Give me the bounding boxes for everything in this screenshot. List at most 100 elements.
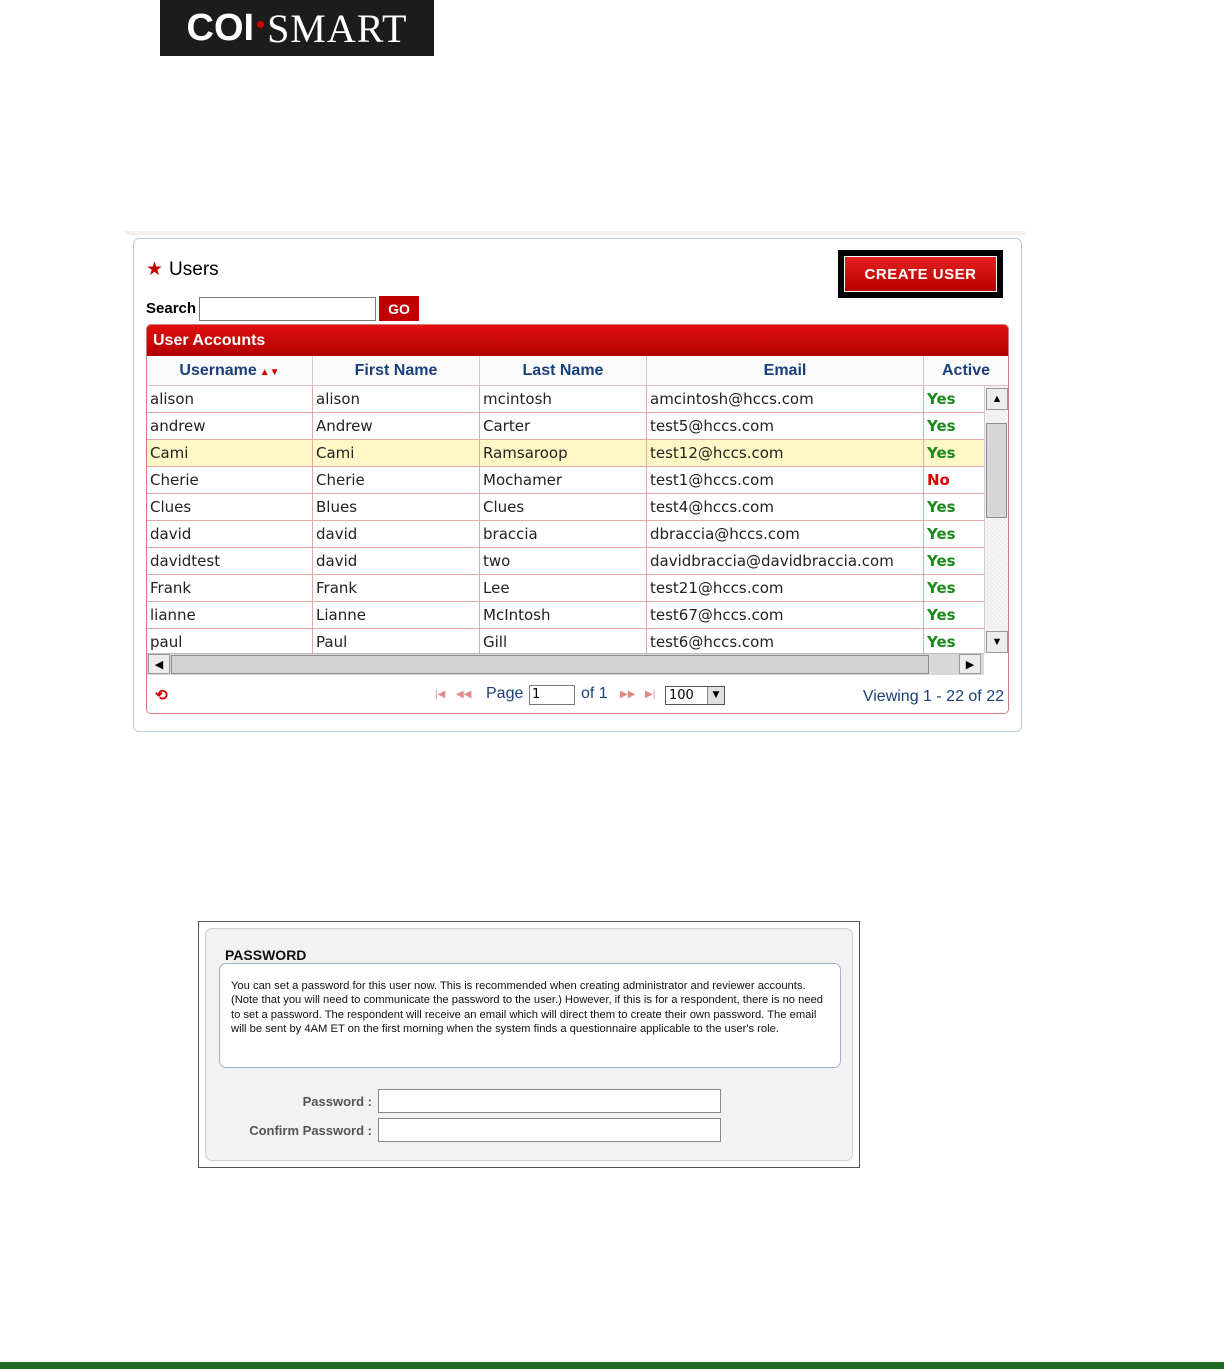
table-row[interactable]: andrew Andrew Carter test5@hccs.com Yes xyxy=(147,413,984,440)
table-cell-first-name: Paul xyxy=(313,629,480,656)
table-cell-last-name: two xyxy=(480,548,647,575)
table-cell-first-name: Lianne xyxy=(313,602,480,629)
table-cell-username: david xyxy=(147,521,313,548)
password-panel-inner: PASSWORD You can set a password for this… xyxy=(205,928,853,1161)
table-cell-last-name: Carter xyxy=(480,413,647,440)
top-divider xyxy=(125,231,1026,235)
confirm-password-label: Confirm Password : xyxy=(249,1123,372,1138)
password-panel: PASSWORD You can set a password for this… xyxy=(198,921,860,1168)
table-row[interactable]: paul Paul Gill test6@hccs.com Yes xyxy=(147,629,984,656)
rows-per-page-select[interactable]: 100 ▼ xyxy=(665,686,725,705)
sort-icon: ▲▼ xyxy=(259,367,280,378)
table-cell-last-name: McIntosh xyxy=(480,602,647,629)
table-cell-first-name: alison xyxy=(313,386,480,413)
scroll-down-icon[interactable]: ▼ xyxy=(986,631,1008,653)
next-page-icon[interactable]: ▶▶ xyxy=(620,689,635,700)
scroll-up-icon[interactable]: ▲ xyxy=(986,388,1008,410)
page-label: Page xyxy=(486,685,524,702)
table-cell-active: No xyxy=(927,471,950,489)
table-cell-first-name: Frank xyxy=(313,575,480,602)
table-cell-active: Yes xyxy=(927,579,956,597)
table-row[interactable]: davidtest david two davidbraccia@davidbracc… xyxy=(147,548,984,575)
column-header-last-name[interactable]: Last Name xyxy=(480,356,647,386)
prev-page-icon[interactable]: ◀◀ xyxy=(456,689,471,700)
password-row: Password : xyxy=(206,1089,846,1113)
table-cell-username: Cherie xyxy=(147,467,313,494)
table-cell-last-name: Ramsaroop xyxy=(480,440,647,467)
table-cell-username: andrew xyxy=(147,413,313,440)
table-cell-email: test6@hccs.com xyxy=(647,629,924,656)
footer-bar xyxy=(0,1362,1224,1369)
table-cell-active: Yes xyxy=(927,417,956,435)
table-cell-last-name: mcintosh xyxy=(480,386,647,413)
table-cell-first-name: Blues xyxy=(313,494,480,521)
table-cell-active: Yes xyxy=(927,633,956,651)
table-cell-username: paul xyxy=(147,629,313,656)
table-row[interactable]: alison alison mcintosh amcintosh@hccs.com Ye… xyxy=(147,386,984,413)
grid-caption: User Accounts xyxy=(147,325,1008,356)
confirm-password-input[interactable] xyxy=(378,1118,721,1142)
column-header-label: Username xyxy=(179,362,257,379)
create-user-button[interactable]: CREATE USER xyxy=(844,256,997,292)
table-cell-first-name: david xyxy=(313,548,480,575)
password-label: Password : xyxy=(302,1094,372,1109)
create-user-highlight: CREATE USER xyxy=(838,250,1003,298)
go-button[interactable]: GO xyxy=(379,296,420,321)
password-info-text: You can set a password for this user now… xyxy=(231,980,824,1035)
first-page-icon[interactable]: |◀ xyxy=(435,689,445,700)
column-header-active[interactable]: Active xyxy=(924,356,1008,386)
table-row[interactable]: lianne Lianne McIntosh test67@hccs.com Yes xyxy=(147,602,984,629)
page-number-input[interactable]: 1 xyxy=(529,685,575,705)
table-cell-email: amcintosh@hccs.com xyxy=(647,386,924,413)
table-cell-first-name: Andrew xyxy=(313,413,480,440)
viewing-count: Viewing 1 - 22 of 22 xyxy=(862,688,1004,705)
scroll-right-icon[interactable]: ▶ xyxy=(959,654,981,674)
search-input[interactable] xyxy=(199,296,377,321)
table-cell-active: Yes xyxy=(927,498,956,516)
table-row[interactable]: Frank Frank Lee test21@hccs.com Yes xyxy=(147,575,984,602)
search-bar: Search GO xyxy=(146,296,420,321)
table-cell-last-name: Clues xyxy=(480,494,647,521)
table-row[interactable]: Cami Cami Ramsaroop test12@hccs.com Yes xyxy=(147,440,984,467)
refresh-icon[interactable]: ⟲ xyxy=(155,686,168,704)
vertical-scroll-thumb[interactable] xyxy=(986,423,1007,518)
table-cell-first-name: Cherie xyxy=(313,467,480,494)
table-row[interactable]: Cherie Cherie Mochamer test1@hccs.com No xyxy=(147,467,984,494)
table-cell-username: Cami xyxy=(147,440,313,467)
column-header-email[interactable]: Email xyxy=(647,356,924,386)
table-cell-active: Yes xyxy=(927,606,956,624)
table-cell-active: Yes xyxy=(927,525,956,543)
table-cell-username: alison xyxy=(147,386,313,413)
table-cell-email: dbraccia@hccs.com xyxy=(647,521,924,548)
users-panel: ★ Users CREATE USER Search GO User Accou… xyxy=(133,238,1022,732)
horizontal-scrollbar[interactable]: ◀ ▶ xyxy=(147,653,984,675)
grid-body: alison alison mcintosh amcintosh@hccs.com Ye… xyxy=(147,386,1008,675)
chevron-down-icon: ▼ xyxy=(707,687,724,704)
table-row[interactable]: david david braccia dbraccia@hccs.com Yes xyxy=(147,521,984,548)
table-row[interactable]: Clues Blues Clues test4@hccs.com Yes xyxy=(147,494,984,521)
table-cell-username: Clues xyxy=(147,494,313,521)
table-cell-active: Yes xyxy=(927,390,956,408)
table-cell-last-name: braccia xyxy=(480,521,647,548)
table-cell-first-name: david xyxy=(313,521,480,548)
table-cell-first-name: Cami xyxy=(313,440,480,467)
password-info-note: You can set a password for this user now… xyxy=(219,963,841,1068)
column-header-first-name[interactable]: First Name xyxy=(313,356,480,386)
logo-dot-icon xyxy=(257,20,265,28)
page-count-label: of 1 xyxy=(581,685,608,702)
scroll-left-icon[interactable]: ◀ xyxy=(148,654,170,674)
table-cell-email: test21@hccs.com xyxy=(647,575,924,602)
table-cell-last-name: Mochamer xyxy=(480,467,647,494)
table-cell-email: davidbraccia@davidbraccia.com xyxy=(647,548,924,575)
confirm-password-row: Confirm Password : xyxy=(206,1118,846,1142)
table-cell-active: Yes xyxy=(927,444,956,462)
column-header-username[interactable]: Username ▲▼ xyxy=(147,356,313,386)
vertical-scrollbar[interactable]: ▲ ▼ xyxy=(984,386,1008,653)
table-cell-email: test12@hccs.com xyxy=(647,440,924,467)
table-cell-last-name: Gill xyxy=(480,629,647,656)
password-input[interactable] xyxy=(378,1089,721,1113)
logo-coi-text: COI xyxy=(186,6,255,49)
last-page-icon[interactable]: ▶| xyxy=(645,689,655,700)
coi-smart-logo: COI SMART xyxy=(160,0,434,56)
horizontal-scroll-thumb[interactable] xyxy=(171,655,929,674)
